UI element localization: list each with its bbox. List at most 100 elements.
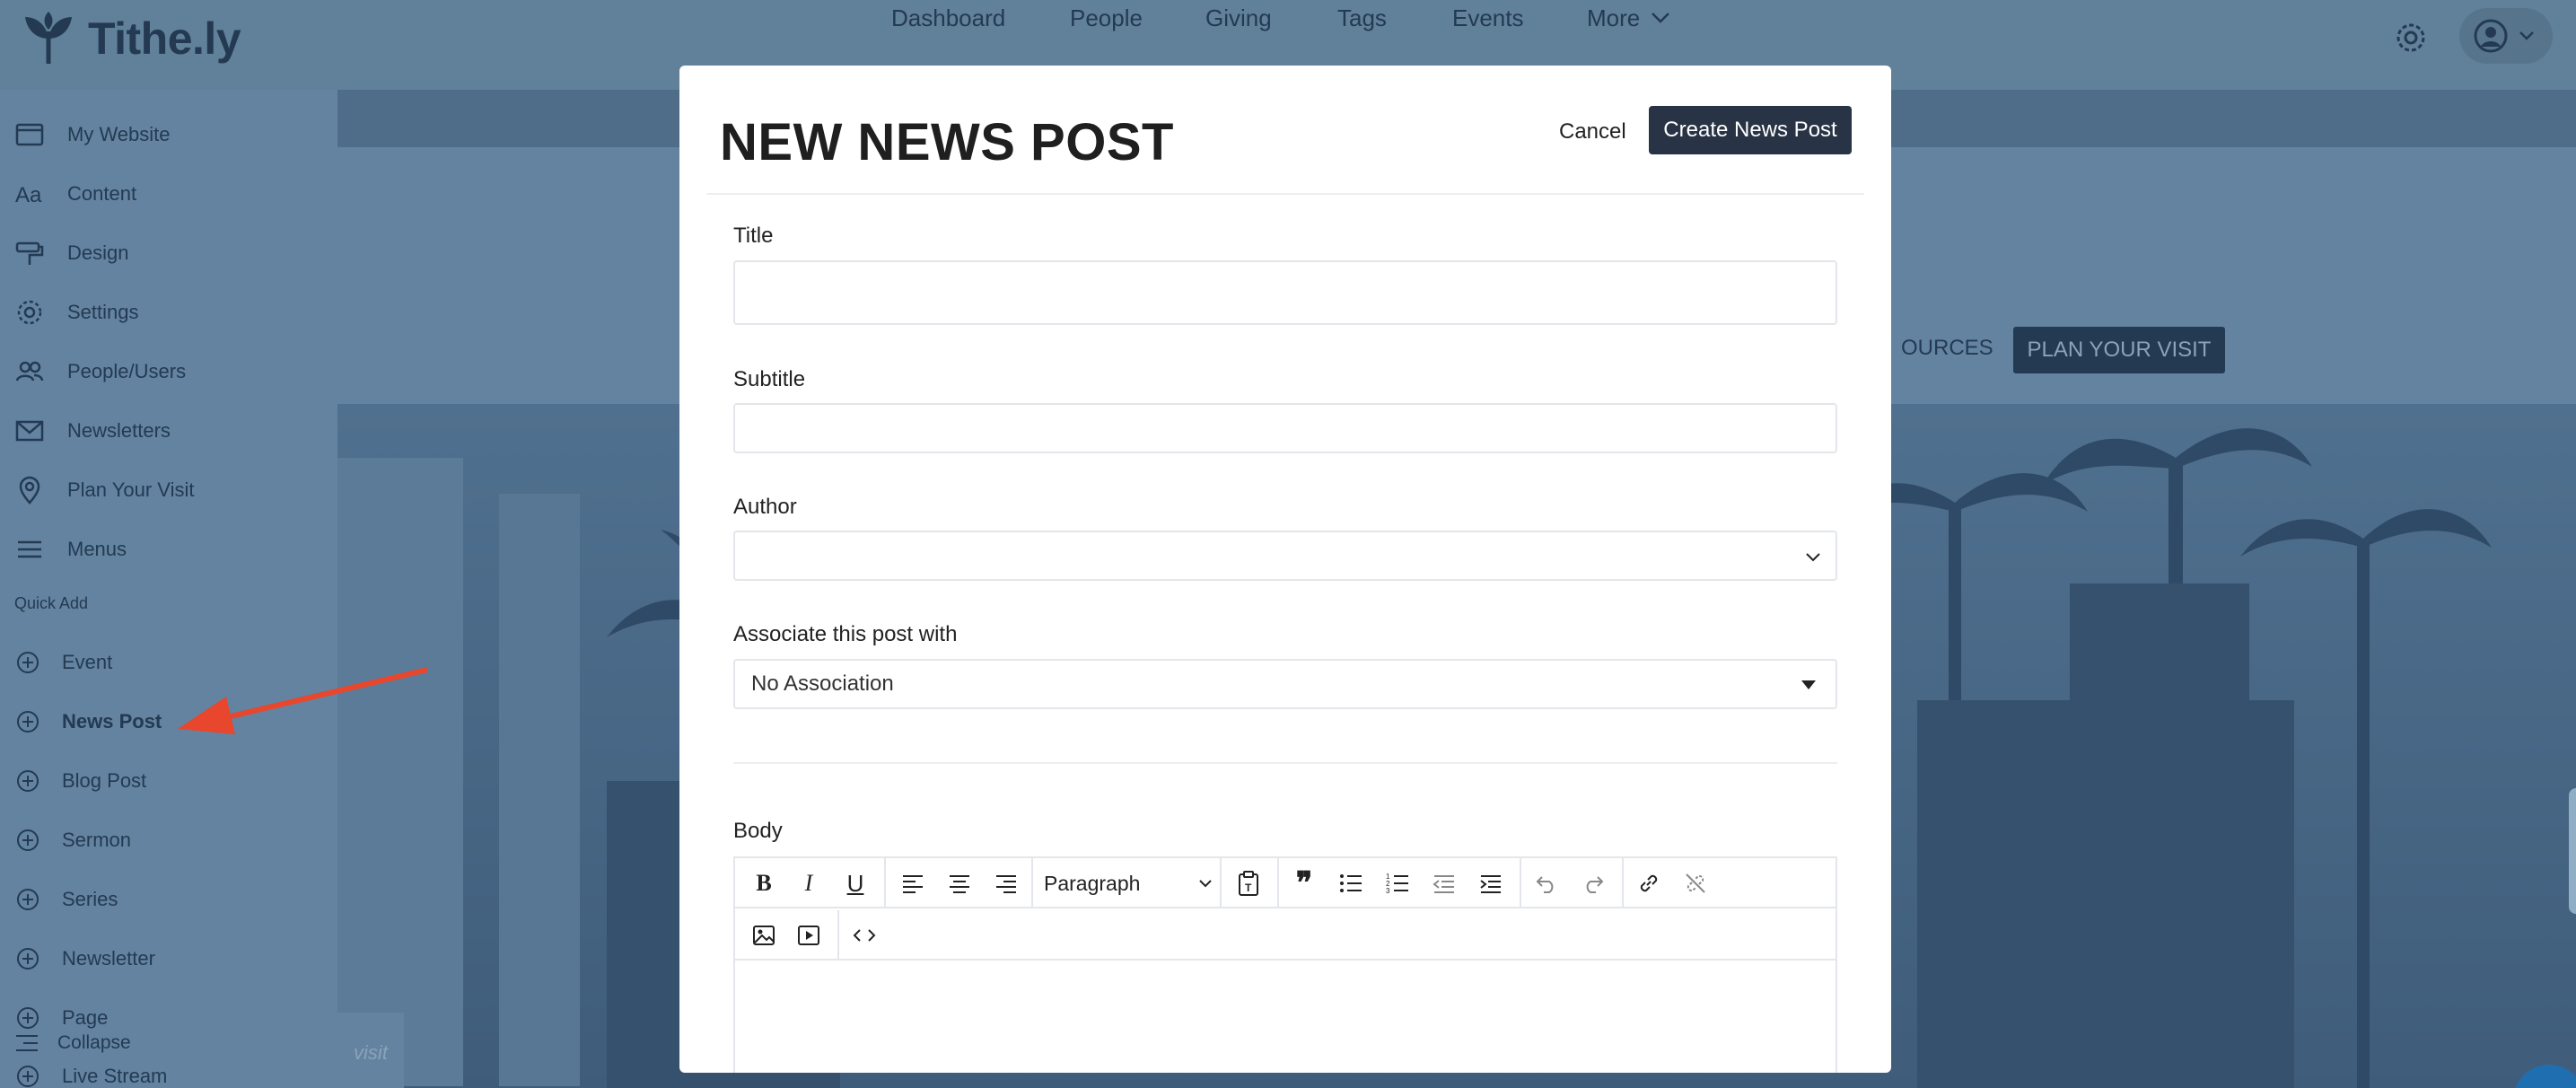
nav-tags[interactable]: Tags	[1337, 0, 1387, 36]
chevron-down-icon	[1652, 13, 1670, 23]
editor-content-area[interactable]	[735, 962, 1836, 1073]
editor-toolbar-row-2	[735, 910, 1836, 961]
toolbar-separator	[837, 910, 839, 961]
chevron-down-icon	[1806, 553, 1820, 562]
sidebar-item-design[interactable]: Design	[0, 231, 337, 276]
bullet-list-icon[interactable]	[1335, 867, 1367, 899]
associate-value: No Association	[751, 671, 894, 696]
rich-text-editor: B I U Paragraph T ❞ 1 2 3	[733, 856, 1837, 1073]
svg-text:T: T	[1245, 882, 1252, 894]
leaf-logo-icon	[25, 12, 72, 64]
nav-events[interactable]: Events	[1452, 0, 1524, 36]
plus-circle-icon	[17, 889, 39, 910]
quick-add-heading: Quick Add	[14, 594, 89, 612]
align-left-icon[interactable]	[897, 867, 929, 899]
align-right-icon[interactable]	[990, 867, 1022, 899]
toolbar-separator	[1220, 858, 1222, 908]
people-icon	[15, 361, 44, 382]
numbered-list-icon[interactable]: 123	[1381, 867, 1414, 899]
nav-more-label: More	[1587, 4, 1641, 31]
sidebar-item-content[interactable]: Aa Content	[0, 171, 337, 216]
quick-add-label: Newsletter	[62, 947, 155, 970]
side-feedback-tab[interactable]	[2569, 788, 2576, 914]
menu-lines-icon	[18, 540, 41, 558]
sidebar-item-my-website[interactable]: My Website	[0, 112, 337, 157]
block-format-select[interactable]: Paragraph	[1044, 867, 1220, 899]
quick-add-label: Live Stream	[62, 1065, 168, 1087]
sidebar-item-menus[interactable]: Menus	[0, 527, 337, 572]
plus-circle-icon	[17, 711, 39, 733]
plus-circle-icon	[17, 948, 39, 970]
quick-add-label: Sermon	[62, 829, 132, 851]
source-code-icon[interactable]	[848, 919, 881, 952]
user-menu-button[interactable]	[2459, 8, 2553, 64]
blockquote-icon[interactable]: ❞	[1288, 867, 1320, 900]
unlink-icon[interactable]	[1679, 867, 1712, 899]
collapse-icon	[16, 1035, 38, 1051]
modal-title: NEW NEWS POST	[720, 113, 1174, 171]
subtitle-input[interactable]	[733, 403, 1837, 453]
create-news-post-button[interactable]: Create News Post	[1649, 106, 1852, 154]
sidebar-item-label: Content	[67, 182, 137, 205]
align-center-icon[interactable]	[943, 867, 976, 899]
subtitle-label: Subtitle	[733, 367, 806, 391]
sidebar-item-label: Settings	[67, 301, 139, 323]
associate-select[interactable]: No Association	[733, 659, 1837, 709]
plus-circle-icon	[17, 829, 39, 851]
sidebar-item-label: My Website	[67, 123, 171, 145]
underline-icon[interactable]: U	[839, 867, 872, 899]
quick-add-sermon[interactable]: Sermon	[0, 820, 337, 861]
editor-toolbar-row-1: B I U Paragraph T ❞ 1 2 3	[735, 858, 1836, 908]
browser-window-icon	[15, 123, 44, 146]
cancel-button[interactable]: Cancel	[1559, 112, 1626, 152]
redo-icon[interactable]	[1577, 867, 1609, 899]
quick-add-series[interactable]: Series	[0, 879, 337, 920]
quick-add-label: Series	[62, 888, 118, 910]
gear-icon	[2396, 23, 2425, 52]
hero-visit-text: visit	[337, 1013, 404, 1088]
indent-icon[interactable]	[1475, 867, 1507, 899]
quick-add-live-stream[interactable]: Live Stream	[0, 1056, 337, 1088]
envelope-icon	[15, 420, 44, 442]
outdent-icon[interactable]	[1428, 867, 1460, 899]
insert-video-icon[interactable]	[793, 919, 825, 952]
nav-people[interactable]: People	[1070, 0, 1143, 36]
title-input[interactable]	[733, 260, 1837, 325]
sidebar-item-plan-your-visit[interactable]: Plan Your Visit	[0, 468, 337, 513]
quick-add-newsletter[interactable]: Newsletter	[0, 938, 337, 979]
chevron-down-icon	[2519, 31, 2534, 40]
toolbar-separator	[884, 858, 886, 908]
sidebar-item-people-users[interactable]: People/Users	[0, 349, 337, 394]
nav-more[interactable]: More	[1587, 0, 1670, 36]
link-icon[interactable]	[1633, 867, 1665, 899]
settings-gear-button[interactable]	[2391, 18, 2431, 57]
map-pin-icon	[19, 476, 40, 505]
brand-name: Tithe.ly	[88, 13, 241, 64]
author-select[interactable]	[733, 531, 1837, 581]
toolbar-separator	[1520, 858, 1521, 908]
insert-image-icon[interactable]	[748, 919, 780, 952]
svg-text:3: 3	[1386, 887, 1390, 894]
block-format-value: Paragraph	[1044, 871, 1141, 895]
collapse-label: Collapse	[57, 1032, 131, 1053]
toolbar-separator	[1031, 858, 1033, 908]
bold-icon[interactable]: B	[748, 867, 780, 899]
undo-icon[interactable]	[1530, 867, 1563, 899]
quick-add-blog-post[interactable]: Blog Post	[0, 760, 337, 802]
sidebar-item-label: Newsletters	[67, 419, 171, 442]
sidebar-item-newsletters[interactable]: Newsletters	[0, 408, 337, 453]
author-label: Author	[733, 495, 797, 519]
italic-icon[interactable]: I	[793, 867, 825, 899]
nav-dashboard[interactable]: Dashboard	[891, 0, 1005, 36]
title-label: Title	[733, 224, 774, 248]
plus-circle-icon	[17, 1066, 39, 1087]
svg-text:Aa: Aa	[15, 183, 42, 207]
nav-giving[interactable]: Giving	[1205, 0, 1272, 36]
toolbar-separator	[1622, 858, 1624, 908]
caret-down-icon	[1801, 680, 1816, 689]
collapse-sidebar-button[interactable]: Collapse	[14, 1032, 131, 1054]
paste-text-icon[interactable]: T	[1232, 867, 1265, 899]
sidebar-item-settings[interactable]: Settings	[0, 290, 337, 335]
tithely-logo[interactable]: Tithe.ly	[23, 7, 241, 70]
text-aa-icon: Aa	[15, 183, 42, 207]
